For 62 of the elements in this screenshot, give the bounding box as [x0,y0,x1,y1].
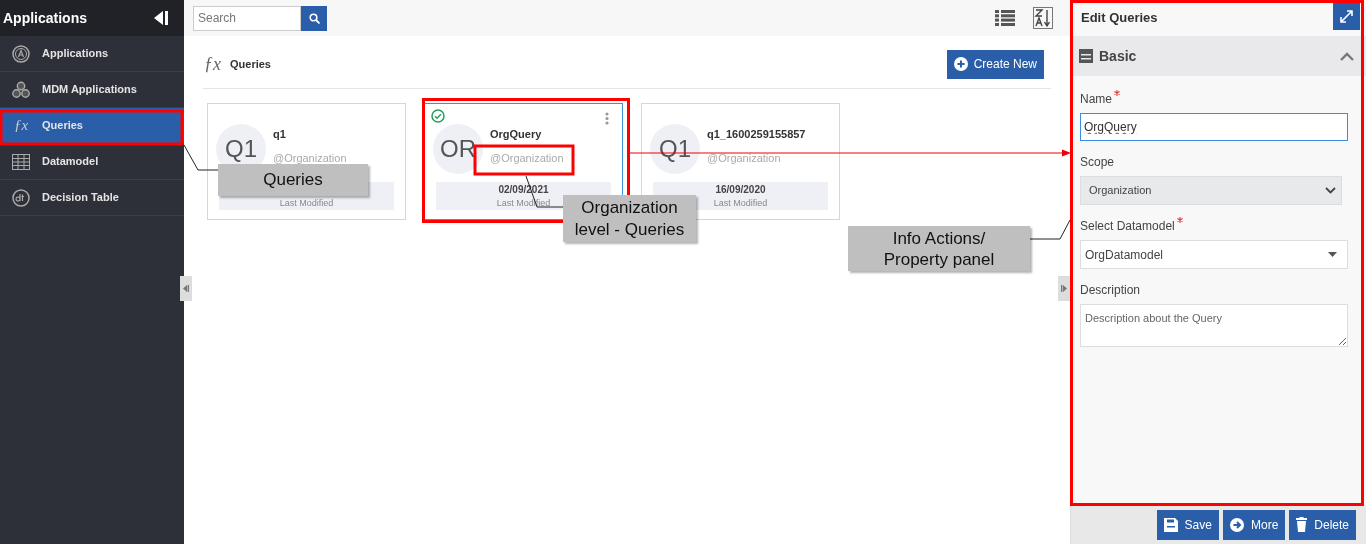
trash-icon [1296,517,1308,532]
expand-button[interactable] [1333,2,1360,30]
field-label: Select Datamodel [1080,218,1175,235]
sidebar-item[interactable]: Datamodel [0,144,184,180]
required-icon [1176,217,1183,223]
leader-line [1029,219,1071,240]
query-scope: @Organization [490,150,564,166]
save-button[interactable]: Save [1156,509,1219,540]
required-icon [1114,90,1120,96]
expand-icon [1340,9,1353,23]
check-icon [431,109,445,123]
query-name: OrgQuery [490,127,543,142]
leader-line [183,144,219,171]
modified-caption: Last Modified [713,197,768,209]
scope-select[interactable]: Organization [1080,176,1342,205]
datamodel-dropdown[interactable]: OrgDatamodel [1080,240,1348,269]
chevron-up-icon [1340,51,1354,61]
callout-label: Info Actions/ Property panel [848,226,1030,271]
search-icon [308,12,320,24]
left-arrow-icon [183,285,189,292]
sidebar-title: Applications [3,8,87,28]
list-view-icon[interactable] [995,10,1015,26]
sort-icon[interactable] [1033,7,1053,29]
panel-handle[interactable] [1058,276,1070,301]
query-name: q1 [273,127,287,142]
field-label: Scope [1080,154,1115,171]
chevron-down-icon [1325,187,1336,194]
table-icon [12,153,30,170]
callout-label: Organization level - Queries [563,195,696,242]
name-field[interactable]: OrgQuery [1080,113,1348,141]
modified-caption: Last Modified [279,197,334,209]
delete-button[interactable]: Delete [1289,509,1356,540]
search-field[interactable]: Search [193,5,301,31]
save-icon [1163,517,1178,532]
section-title: Basic [1099,46,1137,66]
collapse-icon[interactable] [154,11,168,25]
decision-table-icon [12,188,30,207]
plus-icon [953,57,968,71]
more-button[interactable]: More [1222,509,1286,540]
query-name: q1_1600259155857 [707,127,806,142]
field-label: Description [1080,282,1141,299]
search-button[interactable] [301,5,327,31]
panel-handle[interactable] [180,276,192,301]
form-icon [1079,49,1093,63]
panel-title: Edit Queries [1081,9,1158,28]
description-field[interactable]: Description about the Query [1080,304,1348,347]
query-scope: @Organization [273,150,347,166]
field-label: Name [1080,91,1112,108]
arrow-circle-icon [1229,517,1244,532]
modified-date: 16/09/2020 [715,183,766,196]
more-icon[interactable] [605,112,609,125]
function-icon: ƒx [204,55,221,73]
caret-icon [1328,252,1337,257]
section-header[interactable]: Basic [1071,36,1366,76]
create-new-button[interactable]: Create New [946,49,1044,79]
cluster-icon [12,80,30,99]
callout-label: Queries [218,164,368,196]
page-title: Queries [230,56,271,72]
function-icon: ƒx [13,118,29,133]
letter-a-icon [12,44,30,63]
query-scope: @Organization [707,150,782,166]
right-arrow-icon [1061,285,1067,292]
